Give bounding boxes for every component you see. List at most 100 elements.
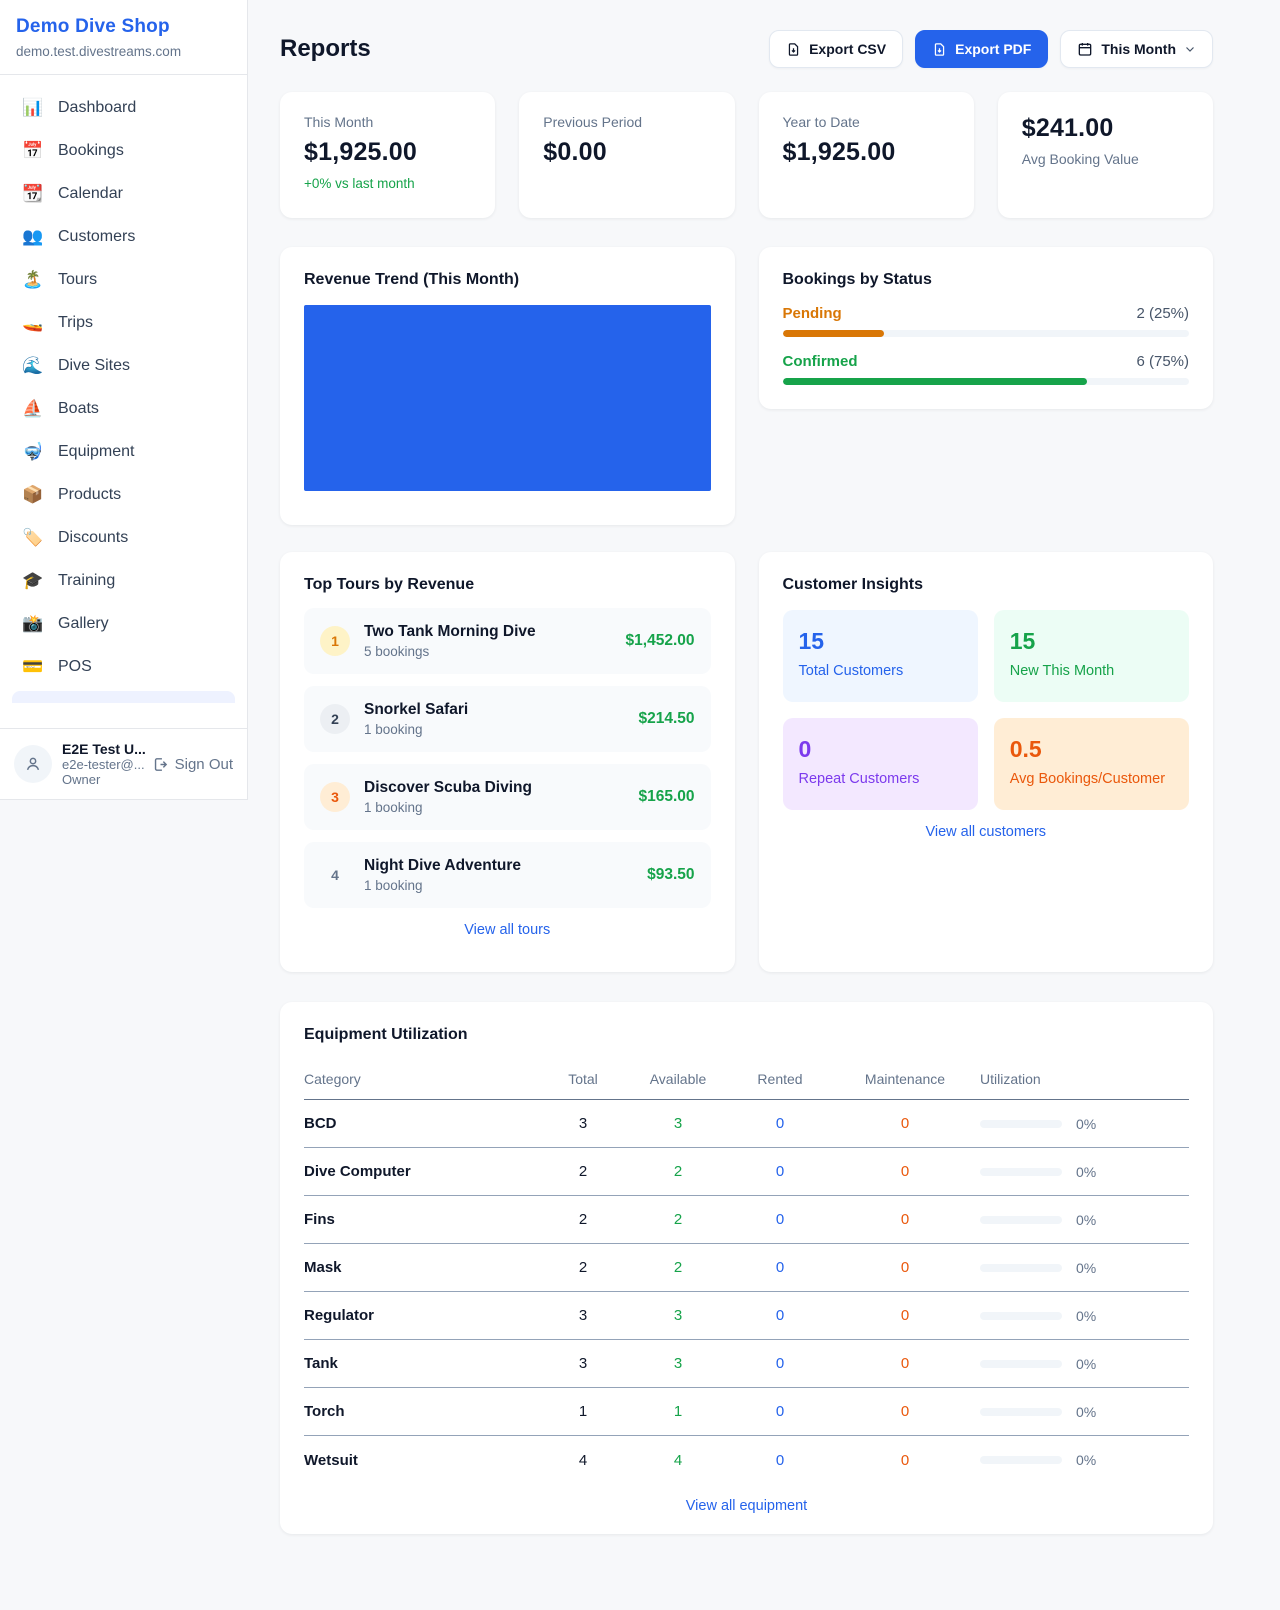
header-actions: Export CSV Export PDF This Month xyxy=(769,30,1213,68)
sidebar: Demo Dive Shop demo.test.divestreams.com… xyxy=(0,0,248,800)
tour-list: 1 Two Tank Morning Dive 5 bookings $1,45… xyxy=(304,608,711,908)
column-header-utilization: Utilization xyxy=(980,1071,1189,1087)
calendar-icon xyxy=(1077,41,1093,57)
cell-available: 2 xyxy=(626,1259,730,1276)
tile-label: Total Customers xyxy=(799,663,962,679)
cell-utilization: 0% xyxy=(980,1356,1189,1372)
sidebar-item-dashboard[interactable]: 📊 Dashboard xyxy=(12,89,235,127)
stat-card-year-to-date: Year to Date $1,925.00 xyxy=(759,92,974,218)
sidebar-item-trips[interactable]: 🚤 Trips xyxy=(12,304,235,342)
cell-available: 2 xyxy=(626,1211,730,1228)
cell-utilization: 0% xyxy=(980,1212,1189,1228)
sidebar-item-equipment[interactable]: 🤿 Equipment xyxy=(12,433,235,471)
tile-label: New This Month xyxy=(1010,663,1173,679)
cell-available: 3 xyxy=(626,1355,730,1372)
cell-maintenance: 0 xyxy=(830,1211,980,1228)
camera-icon: 📸 xyxy=(22,614,44,634)
user-email: e2e-tester@... xyxy=(62,757,142,772)
table-row: Regulator 3 3 0 0 0% xyxy=(304,1292,1189,1340)
dive-mask-icon: 🤿 xyxy=(22,442,44,462)
cell-total: 1 xyxy=(540,1403,626,1420)
insight-tiles: 15 Total Customers 15 New This Month 0 R… xyxy=(783,610,1190,810)
sailboat-icon: ⛵ xyxy=(22,399,44,419)
person-icon xyxy=(23,754,43,774)
top-tours-title: Top Tours by Revenue xyxy=(304,576,711,594)
table-row: Tank 3 3 0 0 0% xyxy=(304,1340,1189,1388)
sidebar-item-label: Training xyxy=(58,572,115,590)
utilization-percent: 0% xyxy=(1076,1308,1096,1324)
cell-rented: 0 xyxy=(730,1307,830,1324)
sign-out-button[interactable]: Sign Out xyxy=(152,756,233,773)
cell-category: Dive Computer xyxy=(304,1163,540,1180)
sidebar-item-label: Tours xyxy=(58,271,97,289)
sidebar-item-dive-sites[interactable]: 🌊 Dive Sites xyxy=(12,347,235,385)
cell-category: Tank xyxy=(304,1355,540,1372)
sidebar-item-pos[interactable]: 💳 POS xyxy=(12,648,235,686)
sidebar-item-label: Calendar xyxy=(58,185,123,203)
revenue-trend-title: Revenue Trend (This Month) xyxy=(304,271,711,289)
stat-label: Previous Period xyxy=(543,114,710,130)
utilization-bar xyxy=(980,1360,1062,1368)
cell-available: 3 xyxy=(626,1115,730,1132)
tour-row[interactable]: 4 Night Dive Adventure 1 booking $93.50 xyxy=(304,842,711,908)
sidebar-item-boats[interactable]: ⛵ Boats xyxy=(12,390,235,428)
tour-bookings: 1 booking xyxy=(364,722,624,737)
cell-utilization: 0% xyxy=(980,1116,1189,1132)
utilization-bar xyxy=(980,1312,1062,1320)
sidebar-item-products[interactable]: 📦 Products xyxy=(12,476,235,514)
tour-row[interactable]: 2 Snorkel Safari 1 booking $214.50 xyxy=(304,686,711,752)
sidebar-item-customers[interactable]: 👥 Customers xyxy=(12,218,235,256)
stat-card-avg-booking-value: $241.00 Avg Booking Value xyxy=(998,92,1213,218)
tour-bookings: 5 bookings xyxy=(364,644,612,659)
status-label: Confirmed xyxy=(783,353,858,370)
people-icon: 👥 xyxy=(22,227,44,247)
credit-card-icon: 💳 xyxy=(22,657,44,677)
export-pdf-button[interactable]: Export PDF xyxy=(915,30,1048,68)
sidebar-item-discounts[interactable]: 🏷️ Discounts xyxy=(12,519,235,557)
sidebar-item-gallery[interactable]: 📸 Gallery xyxy=(12,605,235,643)
view-all-tours-link[interactable]: View all tours xyxy=(304,922,711,938)
tile-label: Repeat Customers xyxy=(799,771,962,787)
cell-total: 3 xyxy=(540,1355,626,1372)
cell-maintenance: 0 xyxy=(830,1403,980,1420)
tile-avg-bookings-customer: 0.5 Avg Bookings/Customer xyxy=(994,718,1189,810)
table-row: Fins 2 2 0 0 0% xyxy=(304,1196,1189,1244)
export-csv-button[interactable]: Export CSV xyxy=(769,30,903,68)
sidebar-item-tours[interactable]: 🏝️ Tours xyxy=(12,261,235,299)
shop-domain: demo.test.divestreams.com xyxy=(16,44,231,59)
customer-insights-title: Customer Insights xyxy=(783,576,1190,594)
period-dropdown[interactable]: This Month xyxy=(1060,30,1213,68)
cell-category: Fins xyxy=(304,1211,540,1228)
stat-value: $1,925.00 xyxy=(304,138,471,167)
sidebar-item-training[interactable]: 🎓 Training xyxy=(12,562,235,600)
view-all-equipment-link[interactable]: View all equipment xyxy=(304,1498,1189,1514)
tour-name: Night Dive Adventure xyxy=(364,857,633,875)
tour-name: Discover Scuba Diving xyxy=(364,779,624,797)
column-header-rented: Rented xyxy=(730,1071,830,1087)
status-row-pending: Pending 2 (25%) xyxy=(783,305,1190,337)
tour-row[interactable]: 1 Two Tank Morning Dive 5 bookings $1,45… xyxy=(304,608,711,674)
bookings-by-status-title: Bookings by Status xyxy=(783,271,1190,289)
island-icon: 🏝️ xyxy=(22,270,44,290)
utilization-percent: 0% xyxy=(1076,1404,1096,1420)
status-count: 6 (75%) xyxy=(1136,353,1189,370)
tile-total-customers: 15 Total Customers xyxy=(783,610,978,702)
user-role: Owner xyxy=(62,772,142,787)
cell-maintenance: 0 xyxy=(830,1259,980,1276)
tour-row[interactable]: 3 Discover Scuba Diving 1 booking $165.0… xyxy=(304,764,711,830)
utilization-percent: 0% xyxy=(1076,1116,1096,1132)
cell-rented: 0 xyxy=(730,1259,830,1276)
cell-maintenance: 0 xyxy=(830,1452,980,1469)
sidebar-item-active-partial[interactable] xyxy=(12,691,235,703)
customer-insights-card: Customer Insights 15 Total Customers 15 … xyxy=(759,552,1214,972)
sidebar-item-calendar[interactable]: 📆 Calendar xyxy=(12,175,235,213)
cell-maintenance: 0 xyxy=(830,1115,980,1132)
view-all-customers-link[interactable]: View all customers xyxy=(783,824,1190,840)
page-header: Reports Export CSV Export PDF xyxy=(280,30,1213,68)
progress-fill xyxy=(783,378,1088,385)
file-download-icon xyxy=(932,42,947,57)
column-header-maintenance: Maintenance xyxy=(830,1071,980,1087)
utilization-bar xyxy=(980,1408,1062,1416)
cell-utilization: 0% xyxy=(980,1452,1189,1468)
sidebar-item-bookings[interactable]: 📅 Bookings xyxy=(12,132,235,170)
